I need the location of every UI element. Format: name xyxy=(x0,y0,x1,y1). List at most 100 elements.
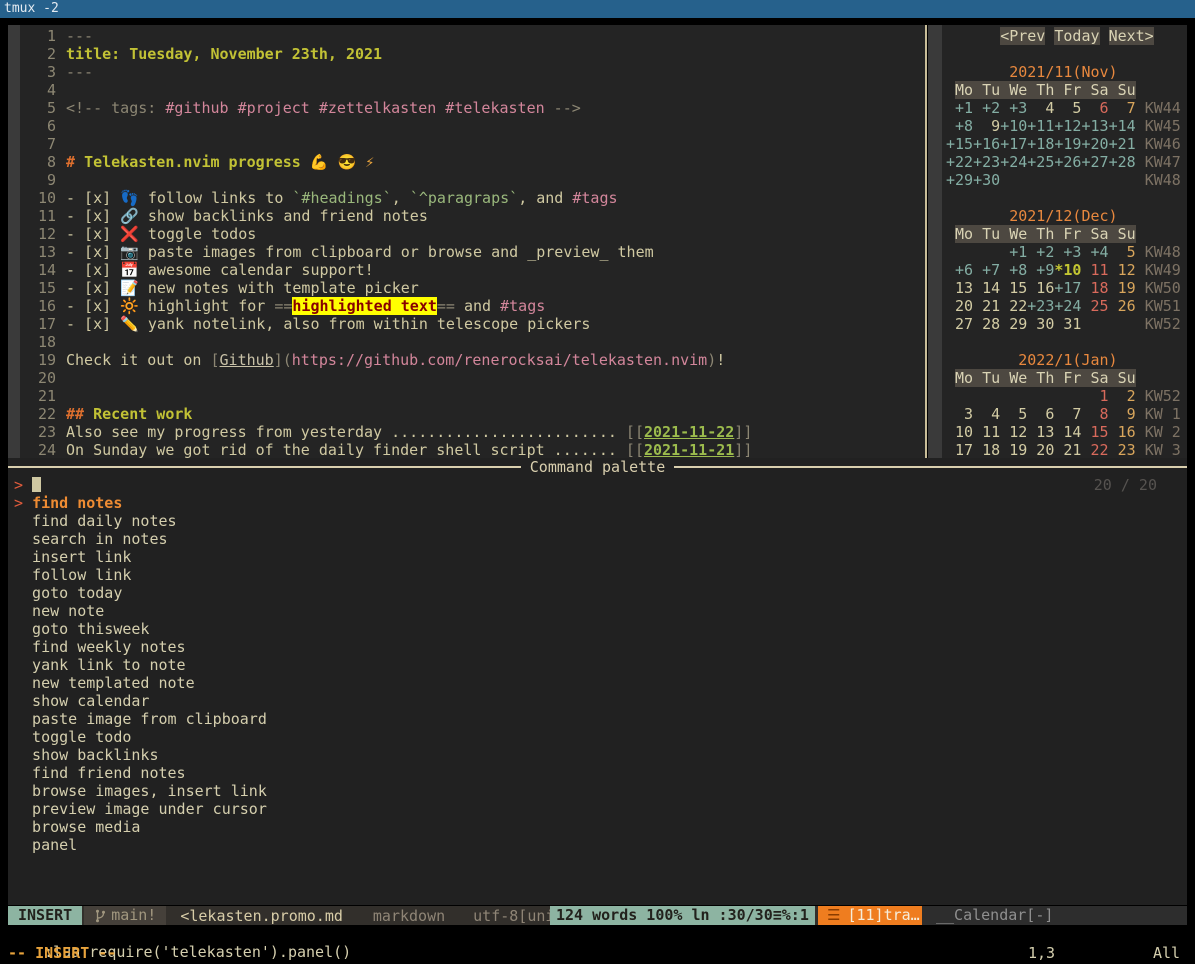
editor-line[interactable]: 4 xyxy=(20,81,925,99)
editor-line[interactable]: 24On Sunday we got rid of the daily find… xyxy=(20,441,925,459)
calendar-day[interactable]: 2 xyxy=(1109,387,1136,405)
editor-line[interactable]: 21 xyxy=(20,387,925,405)
calendar-day[interactable]: +14 xyxy=(1109,117,1136,135)
palette-item[interactable]: find friend notes xyxy=(8,764,1187,782)
calendar-day[interactable]: 30 xyxy=(1027,315,1054,333)
palette-item[interactable]: goto today xyxy=(8,584,1187,602)
github-link[interactable]: Github xyxy=(220,351,274,369)
editor-line[interactable]: 10- [x] 👣 follow links to `#headings`, `… xyxy=(20,189,925,207)
calendar-day[interactable]: +4 xyxy=(1081,243,1108,261)
calendar-day[interactable]: 20 xyxy=(946,297,973,315)
calendar-day[interactable]: +6 xyxy=(946,261,973,279)
calendar-day[interactable]: +30 xyxy=(973,171,1000,189)
editor-line[interactable]: 5<!-- tags: #github #project #zettelkast… xyxy=(20,99,925,117)
calendar-day[interactable]: 8 xyxy=(1081,405,1108,423)
calendar-day[interactable]: +13 xyxy=(1081,117,1108,135)
calendar-day[interactable]: +19 xyxy=(1054,135,1081,153)
calendar-day[interactable]: 16 xyxy=(1027,279,1054,297)
calendar-day[interactable]: 7 xyxy=(1054,405,1081,423)
calendar-day[interactable]: +27 xyxy=(1081,153,1108,171)
calendar-day[interactable]: 4 xyxy=(973,405,1000,423)
note-link[interactable]: 2021-11-21 xyxy=(644,441,734,459)
palette-prompt[interactable]: > 20 / 20 xyxy=(8,476,1187,494)
palette-item[interactable]: insert link xyxy=(8,548,1187,566)
calendar-day[interactable]: 13 xyxy=(1027,423,1054,441)
calendar-day[interactable]: 19 xyxy=(1109,279,1136,297)
calendar-day[interactable]: 9 xyxy=(1109,405,1136,423)
calendar-day[interactable]: +7 xyxy=(973,261,1000,279)
calendar-day[interactable]: 17 xyxy=(946,441,973,459)
calendar-day[interactable]: 27 xyxy=(946,315,973,333)
palette-item[interactable]: new templated note xyxy=(8,674,1187,692)
palette-item[interactable]: browse media xyxy=(8,818,1187,836)
calendar-day[interactable]: +16 xyxy=(973,135,1000,153)
palette-item[interactable]: yank link to note xyxy=(8,656,1187,674)
palette-item[interactable]: show backlinks xyxy=(8,746,1187,764)
calendar-day[interactable]: +24 xyxy=(1000,153,1027,171)
calendar-day[interactable]: +1 xyxy=(1000,243,1027,261)
calendar-prev-button[interactable]: <Prev xyxy=(1000,27,1045,45)
calendar-next-button[interactable]: Next> xyxy=(1109,27,1154,45)
editor-line[interactable]: 15- [x] 📝 new notes with template picker xyxy=(20,279,925,297)
palette-item[interactable]: preview image under cursor xyxy=(8,800,1187,818)
calendar-day[interactable]: +8 xyxy=(1000,261,1027,279)
calendar-day[interactable]: 31 xyxy=(1054,315,1081,333)
palette-item[interactable]: show calendar xyxy=(8,692,1187,710)
calendar-day[interactable]: 12 xyxy=(1109,261,1136,279)
note-link[interactable]: 2021-11-22 xyxy=(644,423,734,441)
calendar-day[interactable]: +29 xyxy=(946,171,973,189)
calendar-day[interactable]: +28 xyxy=(1109,153,1136,171)
palette-item[interactable]: search in notes xyxy=(8,530,1187,548)
calendar-day[interactable]: +2 xyxy=(973,99,1000,117)
calendar-day[interactable]: +18 xyxy=(1027,135,1054,153)
calendar-day[interactable]: 15 xyxy=(1000,279,1027,297)
calendar-day[interactable]: +20 xyxy=(1081,135,1108,153)
calendar-day[interactable]: 9 xyxy=(973,117,1000,135)
tab-segment[interactable]: ☰[11]tra… xyxy=(818,906,929,925)
editor-line[interactable]: 19Check it out on [Github](https://githu… xyxy=(20,351,925,369)
calendar-day[interactable]: +9 xyxy=(1027,261,1054,279)
calendar-day[interactable]: 26 xyxy=(1109,297,1136,315)
calendar-day[interactable]: 5 xyxy=(1054,99,1081,117)
calendar-day[interactable]: +17 xyxy=(1054,279,1081,297)
calendar-day[interactable]: 25 xyxy=(1081,297,1108,315)
calendar-day[interactable]: +23 xyxy=(973,153,1000,171)
calendar-day[interactable]: 11 xyxy=(1081,261,1108,279)
palette-item[interactable]: goto thisweek xyxy=(8,620,1187,638)
window-separator[interactable] xyxy=(925,25,927,458)
calendar-day[interactable]: 18 xyxy=(1081,279,1108,297)
calendar-day[interactable]: 23 xyxy=(1109,441,1136,459)
calendar-day[interactable]: 21 xyxy=(973,297,1000,315)
calendar-day[interactable]: 16 xyxy=(1109,423,1136,441)
palette-item[interactable]: follow link xyxy=(8,566,1187,584)
editor-line[interactable]: 14- [x] 📅 awesome calendar support! xyxy=(20,261,925,279)
calendar-day[interactable]: 6 xyxy=(1027,405,1054,423)
calendar-day[interactable]: 14 xyxy=(1054,423,1081,441)
editor-line[interactable]: 11- [x] 🔗 show backlinks and friend note… xyxy=(20,207,925,225)
editor-line[interactable]: 1--- xyxy=(20,27,925,45)
calendar-pane[interactable]: <Prev Today Next> 2021/11(Nov) Mo Tu We … xyxy=(928,25,1187,458)
editor-line[interactable]: 9 xyxy=(20,171,925,189)
calendar-day[interactable]: +11 xyxy=(1027,117,1054,135)
palette-item-selected[interactable]: > find notes xyxy=(8,494,1187,512)
calendar-day[interactable]: 28 xyxy=(973,315,1000,333)
calendar-day[interactable]: 20 xyxy=(1027,441,1054,459)
calendar-day[interactable]: +3 xyxy=(1054,243,1081,261)
calendar-day[interactable]: +21 xyxy=(1109,135,1136,153)
palette-item[interactable]: browse images, insert link xyxy=(8,782,1187,800)
palette-item[interactable]: paste image from clipboard xyxy=(8,710,1187,728)
editor-line[interactable]: 6 xyxy=(20,117,925,135)
editor-line[interactable]: 12- [x] ❌ toggle todos xyxy=(20,225,925,243)
calendar-day[interactable]: +26 xyxy=(1054,153,1081,171)
calendar-day[interactable]: 11 xyxy=(973,423,1000,441)
editor-pane[interactable]: 1---2title: Tuesday, November 23th, 2021… xyxy=(8,25,925,458)
calendar-day[interactable]: 15 xyxy=(1081,423,1108,441)
palette-item[interactable]: panel xyxy=(8,836,1187,854)
palette-item[interactable]: find weekly notes xyxy=(8,638,1187,656)
palette-item[interactable]: toggle todo xyxy=(8,728,1187,746)
calendar-day[interactable]: +8 xyxy=(946,117,973,135)
editor-line[interactable]: 7 xyxy=(20,135,925,153)
calendar-day[interactable]: 1 xyxy=(1081,387,1108,405)
calendar-day[interactable]: +25 xyxy=(1027,153,1054,171)
calendar-day[interactable]: +3 xyxy=(1000,99,1027,117)
